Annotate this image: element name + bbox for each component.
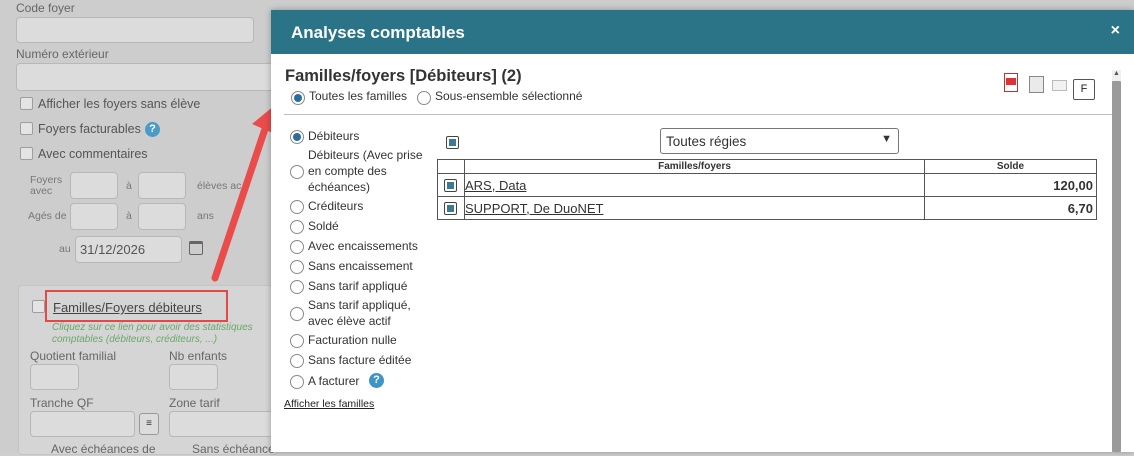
chevron-down-icon: ▼	[881, 133, 892, 145]
checkbox-column-header	[437, 159, 465, 174]
filter-label: Créditeurs	[308, 199, 364, 213]
scroll-up-icon[interactable]: ▲	[1113, 70, 1120, 77]
filter-label: Soldé	[308, 219, 339, 233]
radio-sans-tarif-eleve-actif[interactable]	[290, 307, 304, 321]
famille-link[interactable]: SUPPORT, De DuoNET	[464, 196, 925, 220]
divider	[284, 114, 1114, 115]
radio-avec-encaissements[interactable]	[290, 240, 304, 254]
solde-value: 120,00	[924, 173, 1097, 197]
select-all-checkbox[interactable]	[446, 136, 459, 149]
radio-sans-tarif[interactable]	[290, 280, 304, 294]
column-header-solde: Solde	[924, 159, 1097, 174]
radio-label: Sous-ensemble sélectionné	[435, 89, 583, 103]
famille-link[interactable]: ARS, Data	[464, 173, 925, 197]
close-icon[interactable]: ×	[1111, 22, 1120, 40]
table-row: ARS, Data 120,00	[437, 173, 1097, 197]
regie-select[interactable]: Toutes régies ▼	[660, 128, 899, 154]
scrollbar[interactable]: ▲	[1112, 70, 1121, 452]
afficher-familles-link[interactable]: Afficher les familles	[284, 398, 374, 410]
radio-sans-facture[interactable]	[290, 354, 304, 368]
pdf-icon[interactable]	[1004, 73, 1018, 92]
familles-table: Familles/foyers Solde ARS, Data 120,00 S…	[437, 159, 1097, 220]
radio-facturation-nulle[interactable]	[290, 334, 304, 348]
help-icon[interactable]: ?	[369, 373, 384, 388]
filter-label: Sans encaissement	[308, 259, 413, 273]
filter-label: Facturation nulle	[308, 333, 397, 347]
radio-label: Toutes les familles	[309, 89, 408, 103]
radio-sous-ensemble[interactable]	[417, 91, 431, 105]
radio-crediteurs[interactable]	[290, 200, 304, 214]
radio-debiteurs-echeances[interactable]	[290, 165, 304, 179]
radio-sans-encaissement[interactable]	[290, 260, 304, 274]
filter-label: Sans tarif appliqué	[308, 279, 408, 293]
row-checkbox-cell	[437, 173, 465, 197]
filter-label: Débiteurs (Avec prise en compte des éché…	[308, 148, 423, 194]
regie-select-value: Toutes régies	[666, 134, 747, 149]
radio-debiteurs[interactable]	[290, 130, 304, 144]
row-checkbox-cell	[437, 196, 465, 220]
filter-label: Sans facture éditée	[308, 353, 412, 367]
radio-a-facturer[interactable]	[290, 375, 304, 389]
document-icon[interactable]	[1029, 76, 1044, 93]
f-button[interactable]: F	[1073, 79, 1095, 100]
solde-value: 6,70	[924, 196, 1097, 220]
radio-toutes-familles[interactable]	[291, 91, 305, 105]
mail-icon[interactable]	[1052, 80, 1067, 91]
table-row: SUPPORT, De DuoNET 6,70	[437, 196, 1097, 220]
row-checkbox[interactable]	[444, 202, 457, 215]
modal-title: Analyses comptables	[271, 10, 1134, 54]
filter-label: Sans tarif appliqué, avec élève actif	[308, 298, 411, 328]
row-checkbox[interactable]	[444, 179, 457, 192]
analyses-comptables-modal: Analyses comptables × Familles/foyers [D…	[271, 10, 1134, 452]
scrollbar-thumb[interactable]	[1112, 81, 1121, 452]
filter-label: A facturer	[308, 374, 360, 388]
section-title: Familles/foyers [Débiteurs] (2)	[285, 67, 522, 85]
filter-label: Débiteurs	[308, 129, 360, 143]
radio-solde[interactable]	[290, 220, 304, 234]
column-header-familles: Familles/foyers	[464, 159, 925, 174]
filter-label: Avec encaissements	[308, 239, 418, 253]
